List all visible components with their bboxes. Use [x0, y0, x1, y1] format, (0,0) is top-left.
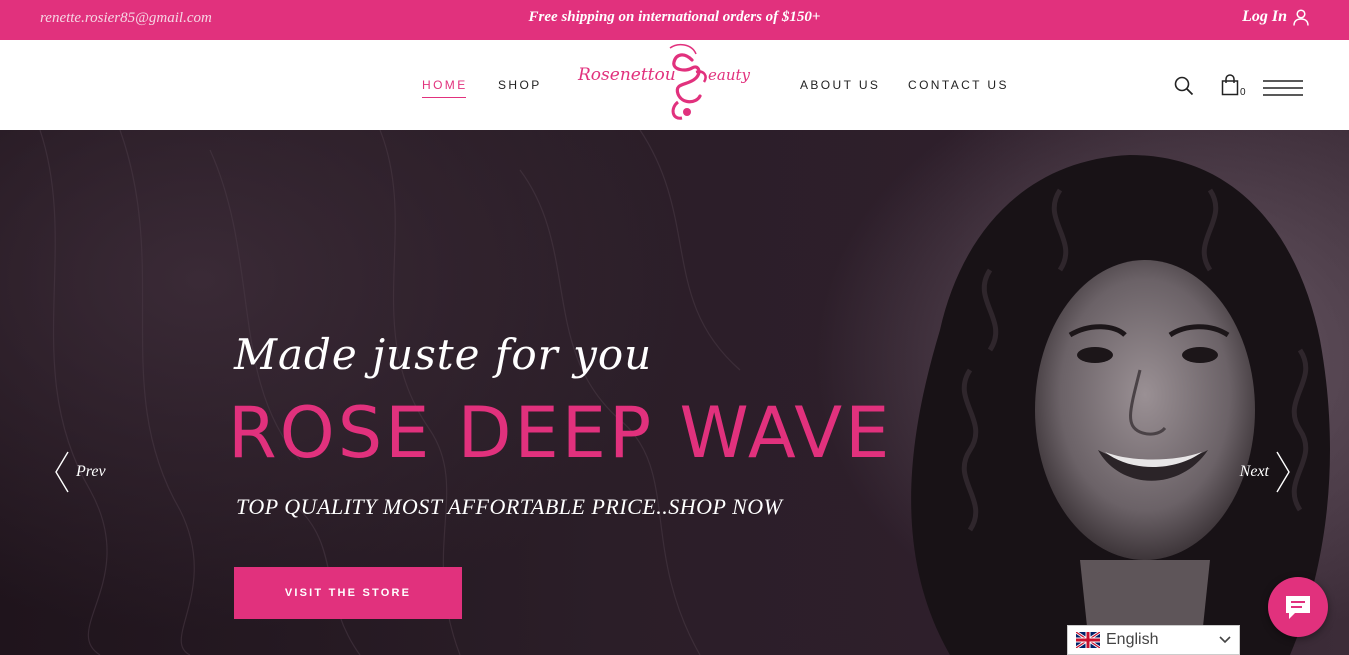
site-logo[interactable]: Rosenettou eauty — [574, 42, 774, 126]
top-bar: renette.rosier85@gmail.com Free shipping… — [0, 0, 1349, 40]
user-icon — [1293, 8, 1309, 26]
menu-icon[interactable] — [1262, 79, 1304, 97]
cart-count: 0 — [1240, 87, 1246, 98]
language-selector[interactable]: English — [1067, 625, 1240, 655]
chat-widget-button[interactable] — [1268, 577, 1328, 637]
search-icon[interactable] — [1174, 76, 1194, 96]
cart-icon[interactable] — [1221, 74, 1239, 96]
main-header: HOME SHOP Rosenettou eauty ABOUT US CONT… — [0, 40, 1349, 130]
hero-title: ROSE DEEP WAVE — [228, 392, 893, 474]
chat-icon — [1286, 596, 1310, 619]
nav-about-us[interactable]: ABOUT US — [800, 78, 880, 92]
nav-shop[interactable]: SHOP — [498, 78, 542, 92]
shipping-promo: Free shipping on international orders of… — [528, 9, 821, 25]
login-link[interactable]: Log In — [1242, 8, 1309, 26]
hero-slider: Made juste for you ROSE DEEP WAVE TOP QU… — [0, 130, 1349, 655]
hero-subtitle: TOP QUALITY MOST AFFORTABLE PRICE..SHOP … — [236, 494, 783, 519]
model-photo — [911, 155, 1330, 655]
slider-prev-label: Prev — [76, 463, 106, 480]
chevron-right-icon — [1276, 451, 1290, 493]
chevron-left-icon — [55, 451, 69, 493]
visit-store-button[interactable]: VISIT THE STORE — [234, 567, 462, 619]
chevron-down-icon — [1219, 636, 1231, 644]
svg-text:Rosenettou: Rosenettou — [577, 65, 676, 85]
slider-prev-button[interactable]: Prev — [54, 450, 106, 494]
uk-flag-icon — [1076, 632, 1100, 648]
slider-next-label: Next — [1239, 463, 1269, 480]
hero-tagline: Made juste for you — [234, 330, 653, 379]
nav-contact-us[interactable]: CONTACT US — [908, 78, 1009, 92]
slider-next-button[interactable]: Next — [1240, 450, 1291, 494]
language-label: English — [1106, 631, 1159, 648]
login-label: Log In — [1242, 8, 1287, 25]
svg-text:eauty: eauty — [708, 66, 751, 84]
nav-home[interactable]: HOME — [422, 78, 468, 98]
